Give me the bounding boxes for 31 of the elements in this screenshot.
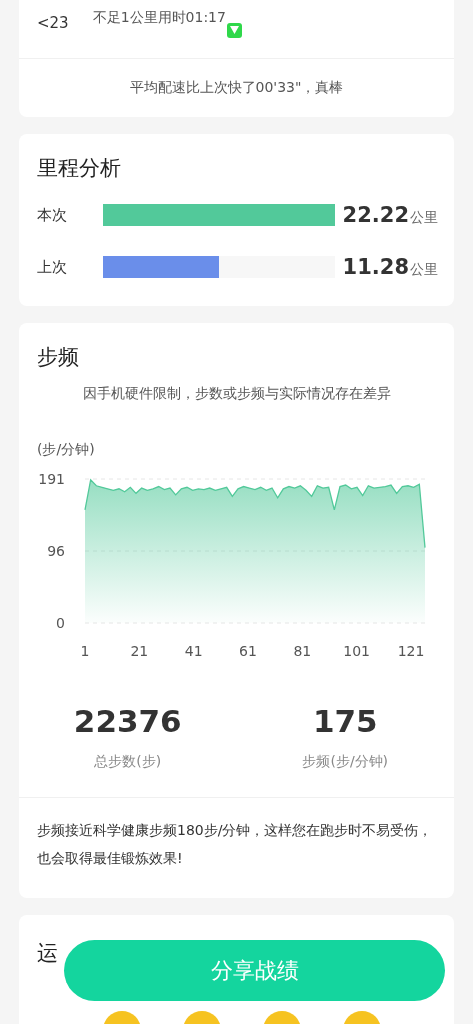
x-tick-label: 101 xyxy=(343,643,371,659)
section-title: 运 xyxy=(36,940,59,967)
split-note: 不足1公里用时01:17 xyxy=(92,8,226,27)
stat-value: 175 xyxy=(312,703,378,739)
axis-unit-label: (步/分钟) xyxy=(36,440,96,459)
x-tick-label: 81 xyxy=(293,643,312,659)
x-tick-label: 121 xyxy=(397,643,425,659)
pace-summary: 平均配速比上次快了00'33"，真棒 xyxy=(128,78,345,97)
x-tick-label: 41 xyxy=(184,643,203,659)
y-tick-label: 191 xyxy=(38,471,65,487)
y-tick-label: 96 xyxy=(47,543,65,559)
section-title: 步频 xyxy=(36,344,80,371)
stat-label: 步频(步/分钟) xyxy=(302,753,389,771)
x-tick-label: 1 xyxy=(80,643,90,659)
cadence-advice: 步频接近科学健康步频180步/分钟，这样您在跑步时不易受伤，也会取得最佳锻炼效果! xyxy=(19,797,454,898)
unit-label: 公里 xyxy=(410,209,438,227)
section-title: 里程分析 xyxy=(36,155,122,182)
y-tick-label: 0 xyxy=(56,615,65,631)
app-badge-icon xyxy=(226,22,242,38)
stat-value: 22376 xyxy=(73,703,182,739)
share-button[interactable]: 分享战绩 xyxy=(64,940,445,1001)
x-tick-label: 61 xyxy=(239,643,257,659)
bar-label: 上次 xyxy=(37,257,67,277)
distance-value: 11.28 xyxy=(342,255,409,279)
stat-label: 总步数(步) xyxy=(94,753,162,771)
x-tick-label: 21 xyxy=(130,643,149,659)
unit-label: 公里 xyxy=(410,261,438,279)
pace-label: <23 xyxy=(37,14,69,32)
cadence-disclaimer: 因手机硬件限制，步数或步频与实际情况存在差异 xyxy=(81,385,392,403)
bar-label: 本次 xyxy=(37,205,67,225)
distance-value: 22.22 xyxy=(342,203,409,227)
